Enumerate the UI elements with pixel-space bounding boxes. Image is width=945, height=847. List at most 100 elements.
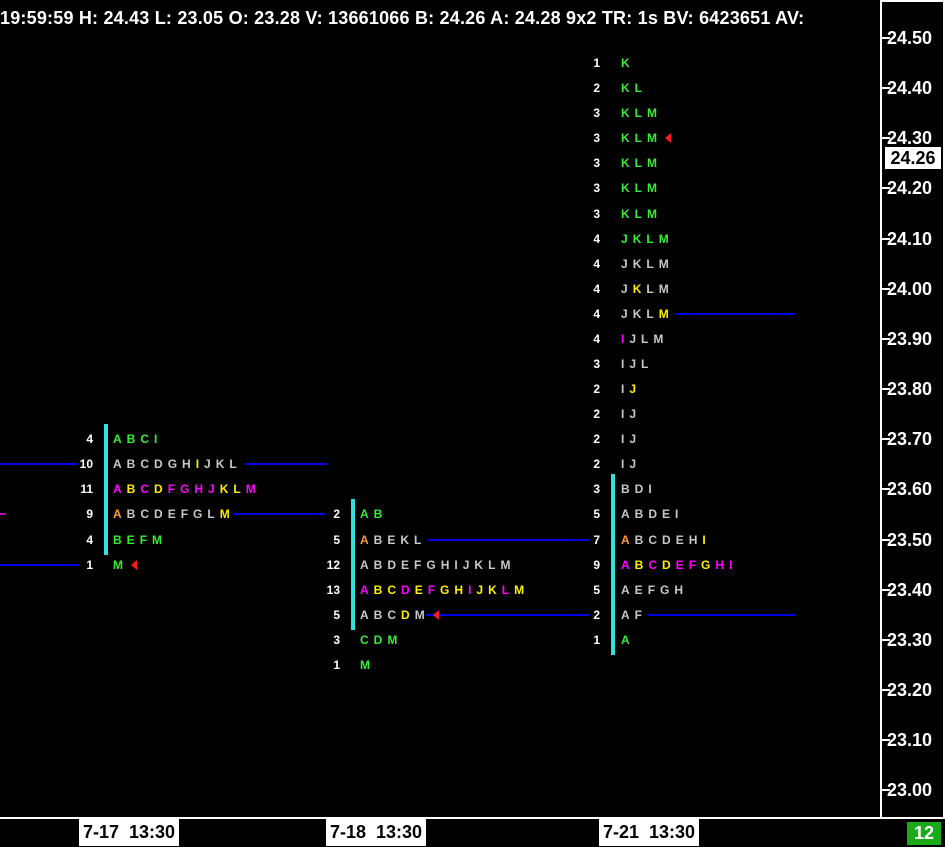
tpo-row[interactable]: ABCDEFGHI xyxy=(621,555,737,575)
tpo-letter: E xyxy=(401,557,410,572)
tpo-letter: D xyxy=(154,482,163,497)
tpo-letter: I xyxy=(621,407,625,422)
price-label: 23.90 xyxy=(887,328,933,349)
tpo-row[interactable]: ABCDEFGLM xyxy=(113,504,235,524)
tpo-letter: J xyxy=(621,306,628,321)
tpo-letter: M xyxy=(514,582,525,597)
tpo-letter: J xyxy=(621,281,628,296)
tpo-letter: M xyxy=(152,532,163,547)
tpo-letter: C xyxy=(387,607,397,622)
tpo-row[interactable]: JKLM xyxy=(621,229,674,249)
tpo-row[interactable]: BDI xyxy=(621,479,657,499)
tpo-letter: M xyxy=(647,156,658,171)
tpo-letter: D xyxy=(401,607,410,622)
tpo-row[interactable]: ABCDEHI xyxy=(621,530,711,550)
tpo-letter: I xyxy=(154,432,158,447)
tpo-letter: L xyxy=(646,256,654,271)
tpo-count: 3 xyxy=(593,156,600,171)
value-area-bar xyxy=(104,424,108,555)
tpo-row[interactable]: ABCDEFGHIJKLM xyxy=(360,580,529,600)
tpo-row[interactable]: KLM xyxy=(621,128,662,148)
tpo-row[interactable]: K xyxy=(621,53,635,73)
tpo-letter: G xyxy=(426,557,436,572)
tpo-letter: E xyxy=(387,532,396,547)
tpo-letter: E xyxy=(675,557,684,572)
tpo-letter: E xyxy=(167,507,176,522)
tpo-count: 7 xyxy=(593,532,600,547)
tpo-letter: H xyxy=(194,482,204,497)
tpo-letter: G xyxy=(660,582,670,597)
tpo-row[interactable]: IJ xyxy=(621,404,641,424)
tpo-letter: L xyxy=(634,206,643,221)
tpo-row[interactable]: ABCDGHIJKL xyxy=(113,454,242,474)
tpo-letter: B xyxy=(634,532,644,547)
tpo-row[interactable]: AEFGH xyxy=(621,580,688,600)
tpo-row[interactable]: AB xyxy=(360,504,387,524)
tpo-row[interactable]: M xyxy=(360,655,375,675)
tpo-letter: G xyxy=(180,482,190,497)
tpo-row[interactable]: AF xyxy=(621,605,647,625)
tpo-row[interactable]: JKLM xyxy=(621,254,674,274)
tpo-row[interactable]: IJ xyxy=(621,429,641,449)
tpo-row[interactable]: IJL xyxy=(621,354,653,374)
tpo-count: 12 xyxy=(326,557,340,572)
tpo-letter: B xyxy=(126,457,136,472)
tpo-row[interactable]: KLM xyxy=(621,103,662,123)
tpo-row[interactable]: CDM xyxy=(360,630,402,650)
tpo-row[interactable]: ABDEI xyxy=(621,504,683,524)
tpo-row[interactable]: BEFM xyxy=(113,530,167,550)
tpo-row[interactable]: IJLM xyxy=(621,329,668,349)
tpo-letter: K xyxy=(621,206,630,221)
tpo-row[interactable]: KLM xyxy=(621,204,662,224)
price-axis[interactable]: 24.50 24.40 24.30 24.20 24.10 24.00 23.90 23.80… xyxy=(882,0,943,817)
header-av-label: AV: xyxy=(775,8,805,28)
tpo-count: 3 xyxy=(593,356,600,371)
tpo-letter: B xyxy=(126,482,136,497)
tpo-letter: G xyxy=(167,457,178,472)
tpo-letter: I xyxy=(621,356,625,371)
tpo-row[interactable]: KLM xyxy=(621,178,662,198)
header-low-label: L: xyxy=(154,8,173,28)
header-bv-label: BV: xyxy=(663,8,694,28)
tpo-count: 3 xyxy=(593,482,600,497)
header-open-label: O: xyxy=(228,8,249,28)
tpo-letter: J xyxy=(204,457,211,472)
tpo-letter: L xyxy=(414,532,422,547)
tpo-letter: K xyxy=(400,532,410,547)
tpo-letter: J xyxy=(629,457,637,472)
tpo-letter: M xyxy=(658,256,669,271)
tpo-letter: D xyxy=(387,557,397,572)
tpo-letter: K xyxy=(621,131,630,146)
tpo-letter: L xyxy=(641,331,649,346)
tpo-count: 2 xyxy=(593,607,600,622)
tpo-row[interactable]: KLM xyxy=(621,153,662,173)
tpo-row[interactable]: JKLM xyxy=(621,279,674,299)
tpo-row[interactable]: IJ xyxy=(621,454,641,474)
tpo-row[interactable]: JKLM xyxy=(621,304,674,324)
tpo-letter: J xyxy=(629,356,637,371)
header-bid: 24.26 xyxy=(439,8,486,28)
tpo-letter: L xyxy=(646,306,654,321)
tpo-row[interactable]: ABCDFGHJKLM xyxy=(113,479,261,499)
tpo-letter: K xyxy=(621,106,630,121)
tpo-row[interactable]: ABCDM xyxy=(360,605,430,625)
tpo-row[interactable]: M xyxy=(113,555,128,575)
tpo-row[interactable]: ABCI xyxy=(113,429,162,449)
tpo-letter: M xyxy=(647,181,658,196)
tpo-letter: H xyxy=(182,457,191,472)
tpo-row[interactable]: A xyxy=(621,630,635,650)
tpo-row[interactable]: KL xyxy=(621,78,647,98)
market-profile-chart[interactable]: { "header": { "time": "19:59:59", "high_… xyxy=(0,0,945,847)
tpo-letter: A xyxy=(360,582,369,597)
tpo-row[interactable]: ABEKL xyxy=(360,530,426,550)
tpo-letter: J xyxy=(476,582,484,597)
tpo-letter: I xyxy=(702,532,706,547)
tpo-letter: J xyxy=(621,231,628,246)
tpo-letter: K xyxy=(621,81,630,96)
tpo-row[interactable]: ABDEFGHIJKLM xyxy=(360,555,515,575)
tpo-letter: K xyxy=(632,256,642,271)
tpo-letter: C xyxy=(648,557,658,572)
tpo-letter: F xyxy=(688,557,697,572)
tpo-count: 4 xyxy=(593,231,600,246)
tpo-row[interactable]: IJ xyxy=(621,379,641,399)
